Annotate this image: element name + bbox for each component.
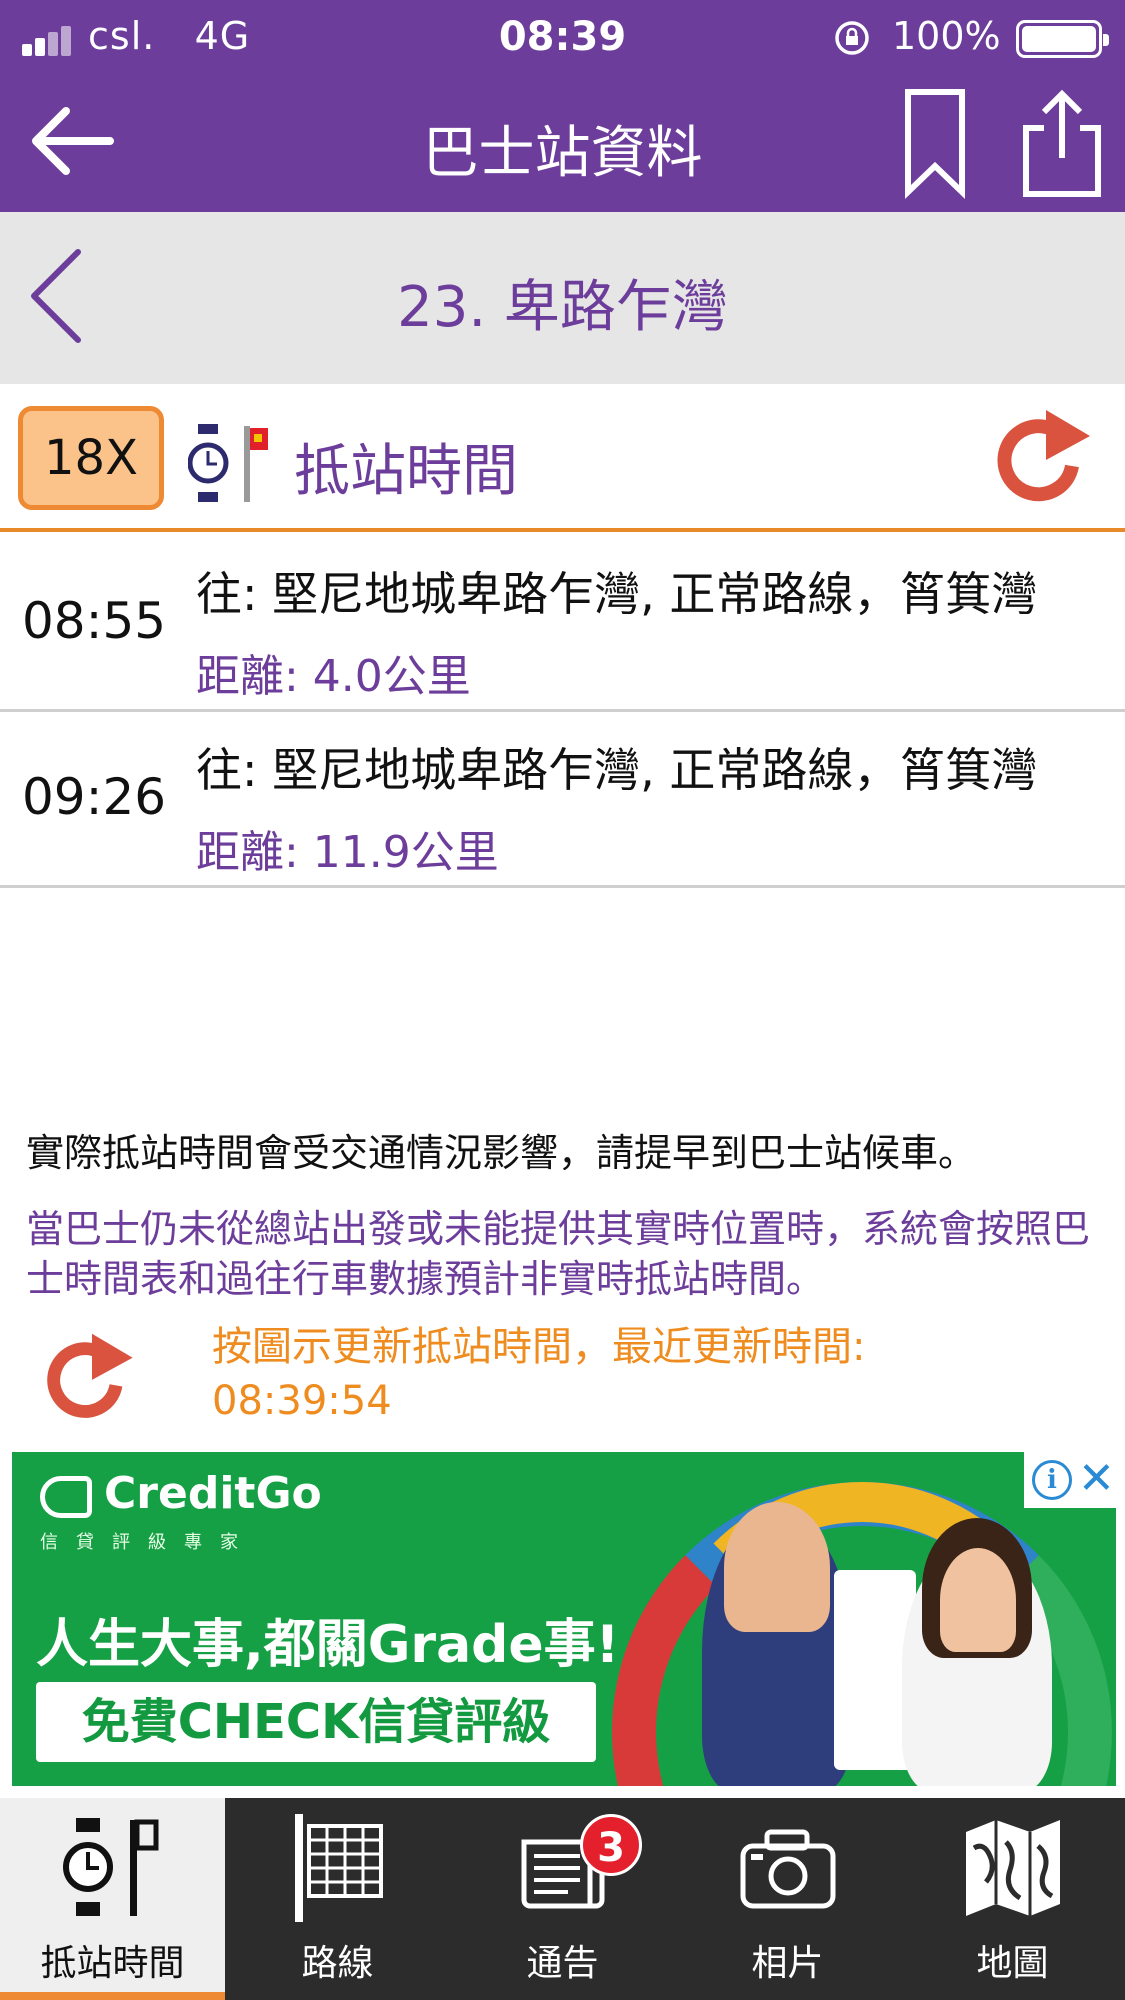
tab-notices[interactable]: 通告: [450, 1798, 675, 2000]
eta-row[interactable]: 09:26 往: 堅尼地城卑路乍灣, 正常路線，筲箕灣 距離: 11.9公里: [0, 712, 1125, 888]
status-bar: csl. 4G 08:39 100%: [0, 0, 1125, 76]
ad-banner[interactable]: CreditGo 信貸評級專家 人生大事,都關Grade事! 免費CHECK信貸…: [12, 1452, 1116, 1786]
watch-stop-icon: [63, 1818, 159, 1916]
last-update-time: 08:39:54: [212, 1378, 392, 1424]
creditgo-logo-icon: [40, 1476, 92, 1518]
tab-label: 抵站時間: [40, 1943, 185, 1984]
tab-map[interactable]: 地圖: [900, 1798, 1125, 2000]
route-grid-icon: [295, 1814, 383, 1922]
camera-icon: [740, 1829, 836, 1909]
ad-headline: 人生大事,都關Grade事!: [36, 1615, 620, 1675]
refresh-icon[interactable]: [994, 406, 1098, 510]
battery-icon: [1016, 20, 1109, 58]
tab-eta[interactable]: 抵站時間: [0, 1798, 225, 2000]
ad-tagline: 信貸評級專家: [40, 1532, 256, 1553]
tab-route[interactable]: 路線: [225, 1798, 450, 2000]
notification-badge: 3: [580, 1814, 642, 1876]
last-update-info: 按圖示更新抵站時間，最近更新時間: 08:39:54: [212, 1320, 1092, 1428]
refresh-icon[interactable]: [44, 1330, 140, 1426]
tab-label: 地圖: [976, 1943, 1049, 1984]
watch-stop-icon: [188, 424, 268, 502]
eta-time: 09:26: [22, 768, 167, 826]
stop-header: 23. 卑路乍灣: [0, 212, 1125, 384]
tab-label: 通告: [526, 1943, 599, 1984]
top-bar: csl. 4G 08:39 100% 巴士站資料: [0, 0, 1125, 212]
rotation-lock-icon: [835, 21, 869, 55]
section-title: 抵站時間: [294, 439, 518, 504]
tab-label: 路線: [301, 1943, 374, 1984]
last-update-label: 按圖示更新抵站時間，最近更新時間:: [212, 1324, 866, 1370]
map-icon: [966, 1820, 1060, 1916]
eta-destination: 往: 堅尼地城卑路乍灣, 正常路線，筲箕灣: [196, 743, 1038, 797]
eta-time: 08:55: [22, 592, 167, 650]
eta-distance: 距離: 11.9公里: [196, 827, 499, 878]
ad-person-woman-face-skin: [940, 1548, 1016, 1652]
ad-info-icon[interactable]: i: [1032, 1460, 1072, 1500]
ad-person-man-face: [724, 1502, 830, 1632]
eta-distance: 距離: 4.0公里: [196, 651, 471, 702]
route-header: 18X 抵站時間: [0, 384, 1125, 532]
stop-name: 23. 卑路乍灣: [397, 275, 728, 340]
schedule-note: 當巴士仍未從總站出發或未能提供其實時位置時，系統會按照巴士時間表和過往行車數據預…: [26, 1207, 1091, 1301]
ad-cta[interactable]: 免費CHECK信貸評級: [36, 1682, 596, 1762]
battery-percent: 100%: [892, 14, 1001, 58]
ad-close-icon[interactable]: ✕: [1078, 1454, 1115, 1504]
ad-brand: CreditGo: [104, 1468, 322, 1519]
ad-controls: i ✕: [1024, 1452, 1116, 1508]
tab-photos[interactable]: 相片: [675, 1798, 900, 2000]
tab-label: 相片: [751, 1943, 824, 1984]
share-icon[interactable]: [1020, 88, 1104, 200]
traffic-note: 實際抵站時間會受交通情況影響，請提早到巴士站候車。: [26, 1131, 977, 1175]
bottom-tab-bar: 抵站時間 路線 通告 3 相片 地圖: [0, 1798, 1125, 2000]
eta-row[interactable]: 08:55 往: 堅尼地城卑路乍灣, 正常路線，筲箕灣 距離: 4.0公里: [0, 536, 1125, 712]
eta-destination: 往: 堅尼地城卑路乍灣, 正常路線，筲箕灣: [196, 567, 1038, 621]
route-number-badge[interactable]: 18X: [18, 406, 164, 510]
bookmark-icon[interactable]: [900, 88, 970, 200]
